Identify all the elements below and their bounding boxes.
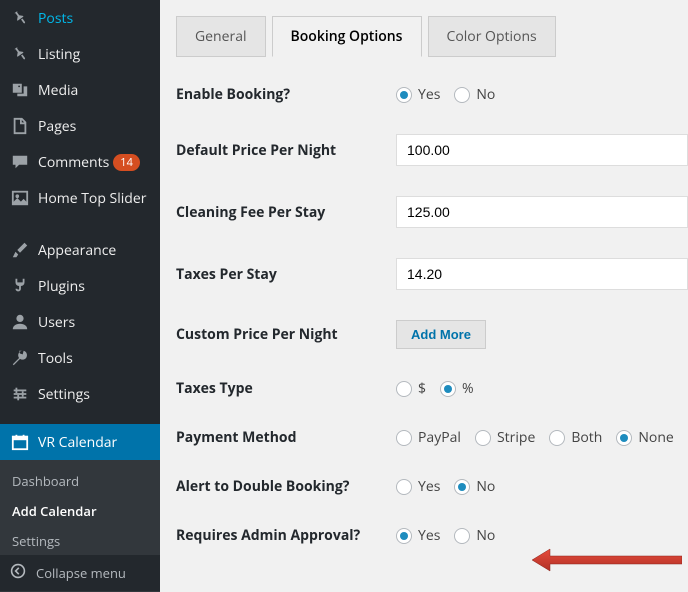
custom-price-label: Custom Price Per Night [176, 325, 396, 344]
menu-item-appearance[interactable]: Appearance [0, 232, 160, 268]
settings-icon [10, 384, 30, 404]
radio-dot [454, 528, 470, 544]
payment-method-none-radio[interactable]: None [616, 428, 673, 447]
taxes-type-label: Taxes Type [176, 379, 396, 398]
cleaning-fee-label: Cleaning Fee Per Stay [176, 203, 396, 222]
tab-general[interactable]: General [176, 16, 266, 57]
radio-dot [440, 381, 456, 397]
collapse-icon [10, 563, 30, 583]
collapse-menu-button[interactable]: Collapse menu [0, 555, 160, 591]
menu-item-home-top-slider[interactable]: Home Top Slider [0, 180, 160, 216]
menu-item-tools[interactable]: Tools [0, 340, 160, 376]
enable-booking-no-radio[interactable]: No [454, 85, 495, 104]
payment-method-paypal-radio[interactable]: PayPal [396, 428, 461, 447]
taxes-per-stay-label: Taxes Per Stay [176, 265, 396, 284]
page-icon [10, 116, 30, 136]
radio-dot [616, 430, 632, 446]
image-icon [10, 188, 30, 208]
submenu-item-settings[interactable]: Settings [0, 526, 160, 556]
default-price-input[interactable] [396, 134, 688, 166]
menu-item-plugins[interactable]: Plugins [0, 268, 160, 304]
radio-dot [396, 430, 412, 446]
submenu-item-dashboard[interactable]: Dashboard [0, 466, 160, 496]
add-more-button[interactable]: Add More [396, 320, 486, 349]
menu-label: Users [38, 313, 75, 332]
pin-icon [10, 44, 30, 64]
menu-label: Settings [38, 385, 90, 404]
submenu-item-add-calendar[interactable]: Add Calendar [0, 496, 160, 526]
menu-label: Appearance [38, 241, 116, 260]
admin-sidebar: Posts Listing Media Pages Comments 14 Ho… [0, 0, 160, 591]
pin-icon [10, 8, 30, 28]
collapse-label: Collapse menu [36, 564, 126, 582]
comment-icon [10, 152, 30, 172]
taxes-type-percent-radio[interactable]: % [440, 379, 474, 398]
menu-item-listing[interactable]: Listing [0, 36, 160, 72]
calendar-icon [10, 432, 30, 452]
radio-dot [454, 479, 470, 495]
menu-label: Comments [38, 153, 109, 172]
tab-color-options[interactable]: Color Options [428, 16, 556, 57]
alert-double-booking-label: Alert to Double Booking? [176, 477, 396, 496]
annotation-arrow-icon [532, 547, 682, 573]
user-icon [10, 312, 30, 332]
menu-item-pages[interactable]: Pages [0, 108, 160, 144]
radio-dot [475, 430, 491, 446]
media-icon [10, 80, 30, 100]
menu-item-media[interactable]: Media [0, 72, 160, 108]
radio-dot [396, 87, 412, 103]
default-price-label: Default Price Per Night [176, 141, 396, 160]
radio-dot [549, 430, 565, 446]
admin-approval-label: Requires Admin Approval? [176, 526, 396, 545]
admin-approval-yes-radio[interactable]: Yes [396, 526, 440, 545]
menu-item-comments[interactable]: Comments 14 [0, 144, 160, 180]
menu-item-posts[interactable]: Posts [0, 0, 160, 36]
taxes-type-dollar-radio[interactable]: $ [396, 379, 426, 398]
alert-double-yes-radio[interactable]: Yes [396, 477, 440, 496]
menu-label: Tools [38, 349, 73, 368]
menu-label: VR Calendar [38, 433, 117, 452]
menu-label: Listing [38, 45, 80, 64]
brush-icon [10, 240, 30, 260]
radio-dot [396, 528, 412, 544]
menu-label: Plugins [38, 277, 85, 296]
menu-item-settings[interactable]: Settings [0, 376, 160, 412]
alert-double-no-radio[interactable]: No [454, 477, 495, 496]
menu-label: Posts [38, 9, 73, 28]
tab-booking-options[interactable]: Booking Options [272, 16, 422, 57]
enable-booking-label: Enable Booking? [176, 85, 396, 104]
cleaning-fee-input[interactable] [396, 196, 688, 228]
payment-method-both-radio[interactable]: Both [549, 428, 602, 447]
admin-approval-no-radio[interactable]: No [454, 526, 495, 545]
plug-icon [10, 276, 30, 296]
payment-method-stripe-radio[interactable]: Stripe [475, 428, 535, 447]
menu-item-vr-calendar[interactable]: VR Calendar [0, 424, 160, 460]
menu-label: Pages [38, 117, 76, 136]
taxes-per-stay-input[interactable] [396, 258, 688, 290]
menu-label: Media [38, 81, 78, 100]
tabs: General Booking Options Color Options [176, 16, 688, 57]
radio-dot [396, 479, 412, 495]
payment-method-label: Payment Method [176, 428, 396, 447]
main-content: General Booking Options Color Options En… [160, 0, 688, 591]
radio-dot [396, 381, 412, 397]
comments-badge: 14 [113, 154, 140, 171]
menu-label: Home Top Slider [38, 189, 146, 208]
radio-dot [454, 87, 470, 103]
menu-item-users[interactable]: Users [0, 304, 160, 340]
tool-icon [10, 348, 30, 368]
enable-booking-yes-radio[interactable]: Yes [396, 85, 440, 104]
